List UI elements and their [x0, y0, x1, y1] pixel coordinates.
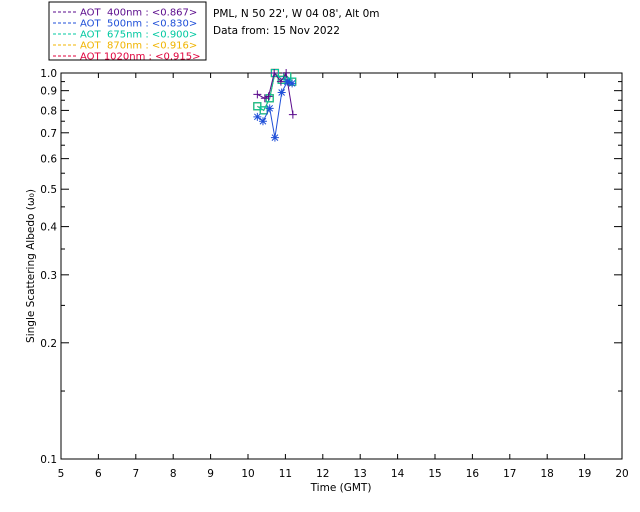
legend: AOT 400nm : <0.867>AOT 500nm : <0.830>AO…	[48, 1, 207, 63]
data-point	[253, 90, 262, 99]
plot-frame	[60, 72, 623, 460]
x-tick-label: 10	[241, 468, 254, 480]
x-tick-label: 11	[279, 468, 292, 480]
legend-label: AOT 400nm : <0.867>	[80, 8, 197, 19]
y-tick-label: 0.4	[40, 222, 57, 234]
data-point	[288, 110, 297, 119]
y-tick-label: 0.9	[40, 86, 57, 98]
x-tick-label: 15	[428, 468, 441, 480]
y-tick-label: 0.2	[40, 338, 57, 350]
legend-label: AOT 500nm : <0.830>	[80, 19, 197, 30]
legend-label: AOT 870nm : <0.916>	[80, 41, 197, 52]
y-tick-label: 0.8	[40, 105, 57, 117]
data-point	[260, 94, 269, 103]
site-info: PML, N 50 22', W 04 08', Alt 0m	[213, 8, 380, 20]
data-point	[265, 104, 274, 113]
y-axis-label: Single Scattering Albedo (ω₀)	[25, 189, 37, 343]
y-tick-label: 0.3	[40, 270, 57, 282]
albedo-chart: AOT 400nm : <0.867>AOT 500nm : <0.830>AO…	[25, 1, 629, 494]
series-layer	[253, 68, 297, 142]
y-tick-label: 0.1	[40, 454, 57, 466]
x-tick-label: 18	[541, 468, 554, 480]
x-tick-label: 14	[391, 468, 405, 480]
x-tick-label: 17	[503, 468, 516, 480]
y-tick-label: 0.6	[40, 154, 57, 166]
data-point	[270, 133, 279, 142]
y-tick-label: 0.5	[40, 184, 57, 196]
x-tick-label: 20	[615, 468, 628, 480]
legend-label: AOT 1020nm : <0.915>	[80, 52, 200, 63]
x-axis-label: Time (GMT)	[310, 482, 372, 494]
x-tick-label: 6	[95, 468, 102, 480]
axis-ticks: 5 6 7 8 9 10 11 12 13 14 15 16 17 18 19 20 0.1 0.2 0.3 0.4 0…	[40, 68, 628, 480]
data-point	[258, 117, 267, 126]
y-tick-label: 0.7	[40, 128, 57, 140]
legend-label: AOT 675nm : <0.900>	[80, 30, 197, 41]
x-tick-label: 9	[207, 468, 214, 480]
x-tick-label: 13	[354, 468, 367, 480]
x-tick-label: 8	[170, 468, 177, 480]
y-tick-label: 1.0	[40, 68, 57, 80]
data-point	[253, 112, 262, 121]
date-info: Data from: 15 Nov 2022	[213, 25, 340, 37]
data-point	[277, 88, 286, 97]
x-tick-label: 7	[132, 468, 139, 480]
data-point	[288, 79, 297, 88]
x-tick-label: 12	[316, 468, 329, 480]
x-tick-label: 5	[58, 468, 65, 480]
x-tick-label: 19	[578, 468, 591, 480]
x-tick-label: 16	[466, 468, 480, 480]
